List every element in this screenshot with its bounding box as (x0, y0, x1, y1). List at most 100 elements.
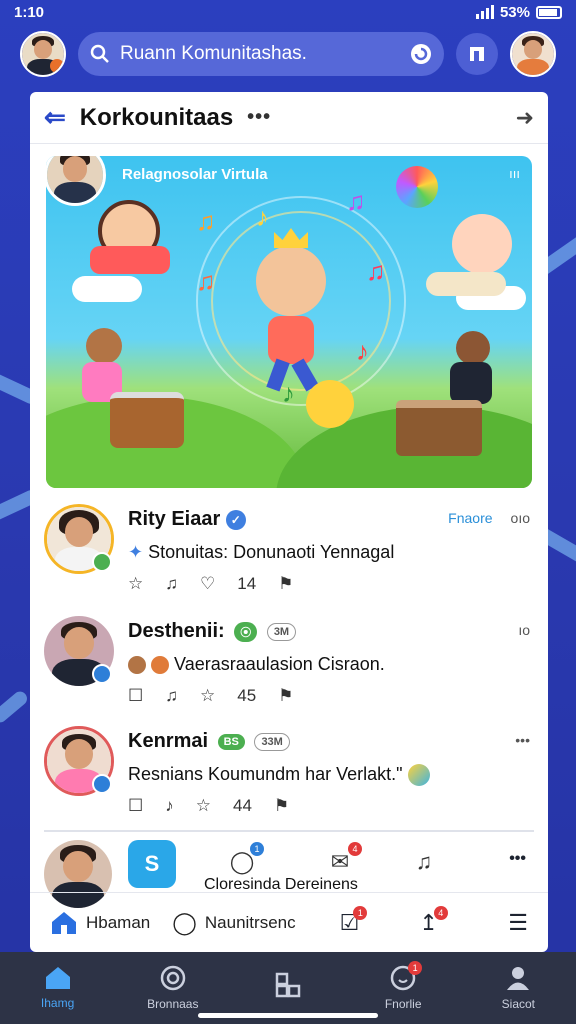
community-banner[interactable]: Relagnosolar Virtula ııı ♫ ♫ ♫ ♫ ♪ ♪ ♪ (46, 156, 532, 488)
post-author: Kenrmai BS 33M (128, 730, 290, 753)
post-author: Rity Eiaar ✓ (128, 508, 246, 531)
search-input[interactable]: Ruann Komunitashas. (120, 43, 400, 65)
post-actions: ☐ ♪ ☆ 44 ⚑ (128, 796, 289, 816)
inbox-icon[interactable]: ☑ 1 (340, 905, 368, 936)
music-note-icon: ♪ (282, 378, 295, 408)
notification-badge: 4 (433, 905, 448, 920)
more-options-icon[interactable]: ••• (515, 732, 530, 748)
status-badge (92, 664, 112, 684)
notification-badge: 1 (408, 961, 423, 975)
keyboard-icon (396, 400, 482, 456)
music-icon[interactable]: ♫ (165, 686, 178, 706)
musician-left (86, 328, 122, 364)
flag-icon[interactable]: ⚑ (274, 796, 289, 816)
user-avatar[interactable] (20, 31, 66, 77)
music-note-icon: ♫ (346, 186, 366, 216)
notification-badge: 4 (348, 842, 362, 856)
notification-badge: 1 (250, 842, 264, 856)
mini-avatar-icon (151, 656, 170, 675)
search-icon (90, 44, 109, 63)
online-badge (92, 552, 112, 572)
music-note-icon: ♪ (356, 336, 369, 366)
battery-percent: 53% (499, 3, 530, 21)
battery-icon (536, 5, 562, 19)
music-icon[interactable]: ♪ (165, 796, 174, 816)
sparkle-icon: ✦ (128, 542, 144, 562)
flag-icon[interactable]: ⚑ (278, 686, 293, 706)
musician-right (456, 331, 490, 365)
music-note-icon: ♪ (256, 202, 269, 232)
emoji-icon (407, 764, 430, 787)
sub-nav-community[interactable]: ◯ Naunitrsenc (172, 910, 295, 936)
banner-corner-label: ııı (509, 166, 520, 181)
page-title: Korkounitaas (79, 103, 234, 131)
status-bar: 1:10 53% (0, 0, 576, 24)
profile-icon (507, 967, 530, 990)
post-text: Vaerasraaulasion Cisraon. (128, 654, 385, 675)
panel-header: ⇐ Korkounitaas ••• ➜ (30, 92, 548, 144)
post-more-label[interactable]: oıo (511, 510, 530, 526)
post-more-label[interactable]: ıo (518, 622, 530, 638)
post-actions: ☐ ♫ ☆ 45 ⚑ (128, 686, 293, 706)
like-icon[interactable]: ☆ (128, 574, 143, 594)
post-text: ✦ Stonuitas: Donunaoti Yennagal (128, 542, 395, 562)
nav-notifications[interactable]: 1 Fnorlie (358, 961, 448, 1011)
nav-profile[interactable]: Siacot (473, 965, 563, 1011)
balloon-icon (396, 166, 438, 208)
music-note-icon: ♫ (196, 266, 216, 296)
groups-icon (275, 972, 301, 998)
status-pill: ⦿ (234, 621, 258, 642)
bottom-navigation: Ihamg Bronnaas 1 Fnorlie Siacot (0, 952, 576, 1024)
post-item[interactable]: Kenrmai BS 33M ••• Resnians Koumundm har… (44, 722, 534, 830)
back-arrow-icon[interactable]: ⇐ (44, 102, 66, 133)
host-avatar[interactable] (46, 156, 106, 206)
post-item[interactable]: Rity Eiaar ✓ Fnaore oıo ✦ Stonuitas: Don… (44, 500, 534, 608)
comment-icon[interactable]: ♡ (200, 574, 215, 594)
status-indicators: 53% (475, 3, 562, 21)
comment-count: 44 (233, 796, 252, 815)
comment-count: 45 (237, 686, 257, 705)
like-icon[interactable]: ☐ (128, 686, 143, 706)
star-icon[interactable]: ☆ (196, 796, 211, 816)
post-header-right: ıo (518, 622, 530, 638)
flag-icon[interactable]: ⚑ (278, 574, 293, 594)
follow-button[interactable]: Fnaore (448, 510, 492, 526)
post-header-right: Fnaore oıo (448, 510, 530, 526)
banner-caption: Relagnosolar Virtula (122, 166, 268, 183)
status-pill: BS (217, 733, 245, 750)
nav-home[interactable]: Ihamg (13, 966, 103, 1010)
sub-navigation: Hbaman ◯ Naunitrsenc ☑ 1 ↥ 4 ☰ (30, 892, 548, 952)
music-note-icon: ♫ (366, 256, 386, 286)
sub-nav-home[interactable]: Hbaman (50, 910, 150, 936)
share-icon[interactable]: ➜ (516, 105, 534, 131)
more-options-icon[interactable]: ••• (509, 850, 526, 868)
top-bar: Ruann Komunitashas. (0, 30, 576, 78)
search-bar[interactable]: Ruann Komunitashas. (78, 32, 444, 76)
home-icon (45, 967, 70, 989)
page-icon[interactable] (456, 33, 498, 75)
chat-bubble-icon: ◯ (172, 909, 197, 935)
menu-icon[interactable]: ☰ (508, 910, 528, 936)
post-item[interactable]: Desthenii: ⦿ 3M ıo Vaerasraaulasion Cisr… (44, 612, 534, 720)
post-author: Desthenii: ⦿ 3M (128, 620, 297, 643)
music-icon[interactable]: ♫ (404, 842, 444, 882)
app-shortcut-icon[interactable]: S (128, 840, 176, 888)
star-icon[interactable]: ☆ (200, 686, 215, 706)
music-icon[interactable]: ♫ (165, 574, 178, 594)
circle-icon (160, 965, 186, 991)
profile-avatar[interactable] (510, 31, 556, 77)
shortcut-row: S ◯ 1 ✉ 4 ♫ ••• Cloresinda Dereinens (44, 830, 534, 908)
status-badge (92, 774, 112, 794)
more-options-icon[interactable]: ••• (247, 106, 271, 129)
upload-icon[interactable]: ↥ 4 (419, 905, 448, 936)
post-actions: ☆ ♫ ♡ 14 ⚑ (128, 574, 293, 594)
like-icon[interactable]: ☐ (128, 796, 143, 816)
nav-browse[interactable]: Bronnaas (128, 965, 218, 1011)
mini-avatar-icon (128, 656, 146, 675)
refresh-icon[interactable] (410, 43, 432, 65)
post-text: Resnians Koumundm har Verlakt." (128, 764, 430, 787)
nav-groups[interactable] (243, 972, 333, 1004)
community-panel: ⇐ Korkounitaas ••• ➜ Relagnosolar Virtul… (30, 92, 548, 952)
music-note-icon: ♫ (196, 206, 216, 236)
post-header-right: ••• (515, 732, 530, 748)
